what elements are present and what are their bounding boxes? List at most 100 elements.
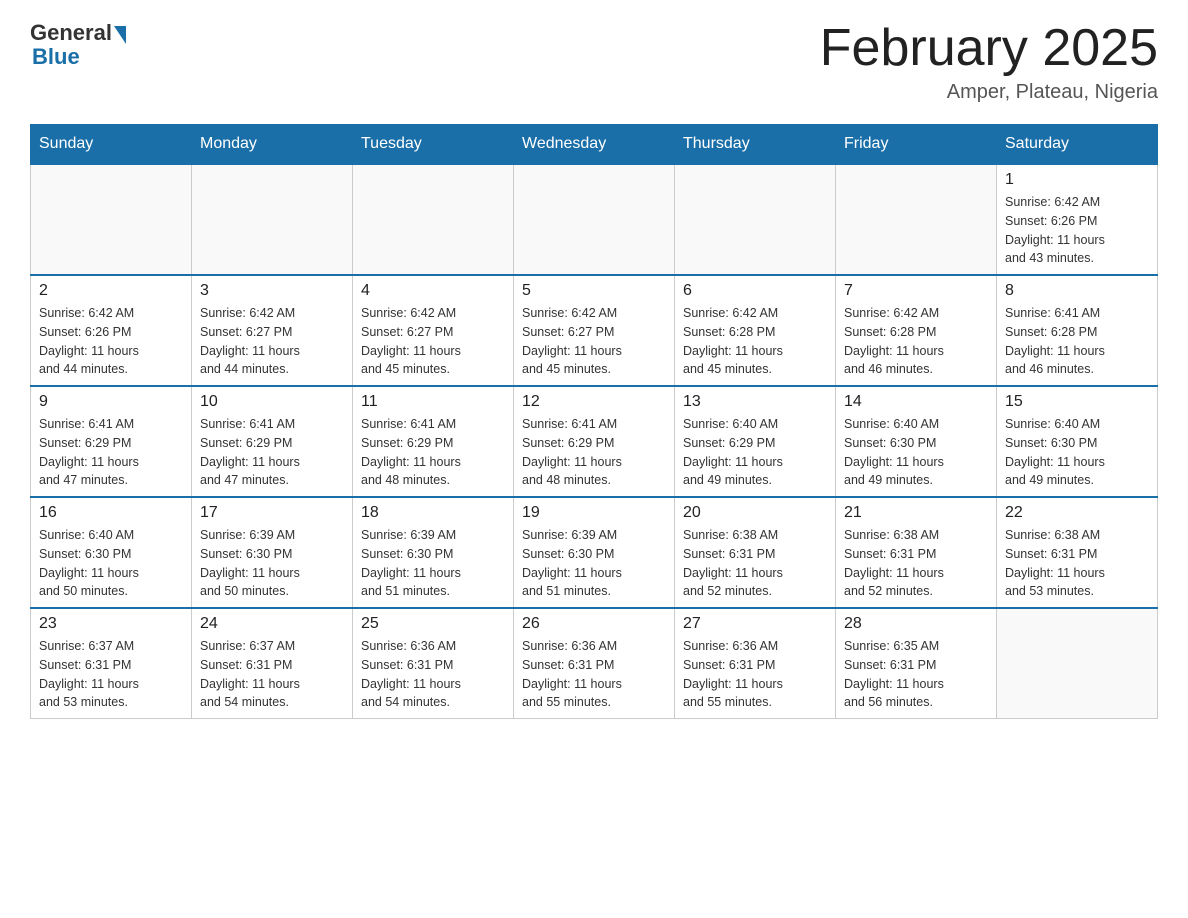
calendar-cell: 18 Sunrise: 6:39 AM Sunset: 6:30 PM Dayli… (353, 497, 514, 608)
day-info: Sunrise: 6:37 AM Sunset: 6:31 PM Dayligh… (200, 637, 344, 712)
day-info: Sunrise: 6:42 AM Sunset: 6:27 PM Dayligh… (200, 304, 344, 379)
calendar-cell (836, 164, 997, 275)
day-number: 27 (683, 615, 827, 633)
day-info: Sunrise: 6:42 AM Sunset: 6:27 PM Dayligh… (361, 304, 505, 379)
calendar-cell: 20 Sunrise: 6:38 AM Sunset: 6:31 PM Dayli… (675, 497, 836, 608)
day-number: 5 (522, 282, 666, 300)
day-info: Sunrise: 6:42 AM Sunset: 6:27 PM Dayligh… (522, 304, 666, 379)
day-number: 22 (1005, 504, 1149, 522)
day-number: 3 (200, 282, 344, 300)
day-info: Sunrise: 6:42 AM Sunset: 6:28 PM Dayligh… (683, 304, 827, 379)
calendar-cell: 3 Sunrise: 6:42 AM Sunset: 6:27 PM Daylig… (192, 275, 353, 386)
calendar-cell: 4 Sunrise: 6:42 AM Sunset: 6:27 PM Daylig… (353, 275, 514, 386)
day-info: Sunrise: 6:37 AM Sunset: 6:31 PM Dayligh… (39, 637, 183, 712)
title-area: February 2025 Amper, Plateau, Nigeria (820, 20, 1158, 104)
calendar-cell: 15 Sunrise: 6:40 AM Sunset: 6:30 PM Dayli… (997, 386, 1158, 497)
location-text: Amper, Plateau, Nigeria (820, 81, 1158, 104)
calendar-cell (514, 164, 675, 275)
calendar-cell: 19Sunrise: 6:39 AM Sunset: 6:30 PM Dayli… (514, 497, 675, 608)
week-row: 16 Sunrise: 6:40 AM Sunset: 6:30 PM Dayli… (31, 497, 1158, 608)
day-number: 15 (1005, 393, 1149, 411)
day-number: 1 (1005, 171, 1149, 189)
day-of-week-header: Tuesday (353, 125, 514, 165)
calendar-cell: 1Sunrise: 6:42 AM Sunset: 6:26 PM Daylig… (997, 164, 1158, 275)
logo-general-text: General (30, 20, 112, 46)
calendar-cell: 25 Sunrise: 6:36 AM Sunset: 6:31 PM Dayli… (353, 608, 514, 719)
calendar-cell: 24 Sunrise: 6:37 AM Sunset: 6:31 PM Dayli… (192, 608, 353, 719)
calendar-cell: 7 Sunrise: 6:42 AM Sunset: 6:28 PM Daylig… (836, 275, 997, 386)
calendar-cell: 17Sunrise: 6:39 AM Sunset: 6:30 PM Dayli… (192, 497, 353, 608)
day-number: 18 (361, 504, 505, 522)
day-number: 24 (200, 615, 344, 633)
day-info: Sunrise: 6:41 AM Sunset: 6:29 PM Dayligh… (39, 415, 183, 490)
day-number: 26 (522, 615, 666, 633)
calendar-cell (31, 164, 192, 275)
day-of-week-header: Monday (192, 125, 353, 165)
day-info: Sunrise: 6:36 AM Sunset: 6:31 PM Dayligh… (361, 637, 505, 712)
day-number: 7 (844, 282, 988, 300)
calendar-cell: 9 Sunrise: 6:41 AM Sunset: 6:29 PM Daylig… (31, 386, 192, 497)
day-info: Sunrise: 6:39 AM Sunset: 6:30 PM Dayligh… (361, 526, 505, 601)
day-number: 23 (39, 615, 183, 633)
day-info: Sunrise: 6:38 AM Sunset: 6:31 PM Dayligh… (683, 526, 827, 601)
day-info: Sunrise: 6:42 AM Sunset: 6:28 PM Dayligh… (844, 304, 988, 379)
day-number: 6 (683, 282, 827, 300)
calendar-cell: 2Sunrise: 6:42 AM Sunset: 6:26 PM Daylig… (31, 275, 192, 386)
logo: General Blue (30, 20, 126, 70)
day-number: 4 (361, 282, 505, 300)
calendar-cell: 13Sunrise: 6:40 AM Sunset: 6:29 PM Dayli… (675, 386, 836, 497)
day-number: 11 (361, 393, 505, 411)
day-info: Sunrise: 6:40 AM Sunset: 6:30 PM Dayligh… (844, 415, 988, 490)
calendar-cell: 12Sunrise: 6:41 AM Sunset: 6:29 PM Dayli… (514, 386, 675, 497)
calendar-header-row: SundayMondayTuesdayWednesdayThursdayFrid… (31, 125, 1158, 165)
week-row: 2Sunrise: 6:42 AM Sunset: 6:26 PM Daylig… (31, 275, 1158, 386)
week-row: 1Sunrise: 6:42 AM Sunset: 6:26 PM Daylig… (31, 164, 1158, 275)
day-info: Sunrise: 6:41 AM Sunset: 6:28 PM Dayligh… (1005, 304, 1149, 379)
calendar-cell: 10Sunrise: 6:41 AM Sunset: 6:29 PM Dayli… (192, 386, 353, 497)
day-of-week-header: Friday (836, 125, 997, 165)
calendar-cell: 21 Sunrise: 6:38 AM Sunset: 6:31 PM Dayli… (836, 497, 997, 608)
calendar-cell (675, 164, 836, 275)
day-number: 12 (522, 393, 666, 411)
week-row: 23 Sunrise: 6:37 AM Sunset: 6:31 PM Dayli… (31, 608, 1158, 719)
day-number: 28 (844, 615, 988, 633)
day-info: Sunrise: 6:38 AM Sunset: 6:31 PM Dayligh… (844, 526, 988, 601)
calendar-cell: 8 Sunrise: 6:41 AM Sunset: 6:28 PM Daylig… (997, 275, 1158, 386)
calendar-cell: 28 Sunrise: 6:35 AM Sunset: 6:31 PM Dayli… (836, 608, 997, 719)
calendar-cell: 26Sunrise: 6:36 AM Sunset: 6:31 PM Dayli… (514, 608, 675, 719)
calendar-cell: 16 Sunrise: 6:40 AM Sunset: 6:30 PM Dayli… (31, 497, 192, 608)
calendar-table: SundayMondayTuesdayWednesdayThursdayFrid… (30, 124, 1158, 719)
calendar-cell: 6 Sunrise: 6:42 AM Sunset: 6:28 PM Daylig… (675, 275, 836, 386)
day-number: 9 (39, 393, 183, 411)
calendar-cell (997, 608, 1158, 719)
day-info: Sunrise: 6:40 AM Sunset: 6:30 PM Dayligh… (39, 526, 183, 601)
page-header: General Blue February 2025 Amper, Platea… (30, 20, 1158, 104)
logo-blue-text: Blue (32, 44, 80, 70)
day-number: 14 (844, 393, 988, 411)
calendar-cell: 11Sunrise: 6:41 AM Sunset: 6:29 PM Dayli… (353, 386, 514, 497)
calendar-cell: 27 Sunrise: 6:36 AM Sunset: 6:31 PM Dayli… (675, 608, 836, 719)
day-of-week-header: Sunday (31, 125, 192, 165)
day-number: 25 (361, 615, 505, 633)
day-number: 17 (200, 504, 344, 522)
day-number: 16 (39, 504, 183, 522)
calendar-cell: 5 Sunrise: 6:42 AM Sunset: 6:27 PM Daylig… (514, 275, 675, 386)
day-info: Sunrise: 6:35 AM Sunset: 6:31 PM Dayligh… (844, 637, 988, 712)
day-number: 8 (1005, 282, 1149, 300)
day-of-week-header: Wednesday (514, 125, 675, 165)
day-info: Sunrise: 6:36 AM Sunset: 6:31 PM Dayligh… (683, 637, 827, 712)
day-number: 19 (522, 504, 666, 522)
calendar-cell (353, 164, 514, 275)
day-number: 21 (844, 504, 988, 522)
day-of-week-header: Thursday (675, 125, 836, 165)
day-of-week-header: Saturday (997, 125, 1158, 165)
week-row: 9 Sunrise: 6:41 AM Sunset: 6:29 PM Daylig… (31, 386, 1158, 497)
day-info: Sunrise: 6:41 AM Sunset: 6:29 PM Dayligh… (200, 415, 344, 490)
day-number: 13 (683, 393, 827, 411)
day-info: Sunrise: 6:40 AM Sunset: 6:30 PM Dayligh… (1005, 415, 1149, 490)
day-number: 2 (39, 282, 183, 300)
month-title: February 2025 (820, 20, 1158, 77)
logo-arrow-icon (114, 26, 126, 44)
calendar-cell: 23 Sunrise: 6:37 AM Sunset: 6:31 PM Dayli… (31, 608, 192, 719)
day-number: 20 (683, 504, 827, 522)
